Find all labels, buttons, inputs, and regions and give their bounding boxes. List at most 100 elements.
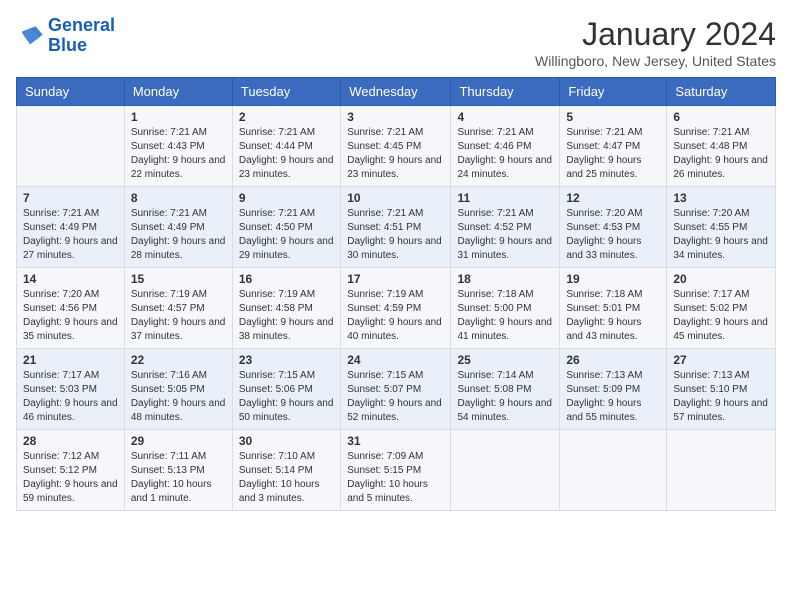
day-number: 19 (566, 272, 660, 286)
title-block: January 2024 Willingboro, New Jersey, Un… (535, 16, 776, 69)
header-day-wednesday: Wednesday (341, 78, 451, 106)
day-info: Sunrise: 7:21 AMSunset: 4:49 PMDaylight:… (23, 208, 118, 261)
logo-name-part1: General (48, 15, 115, 35)
day-cell: 24 Sunrise: 7:15 AMSunset: 5:07 PMDaylig… (341, 349, 451, 430)
day-info: Sunrise: 7:21 AMSunset: 4:50 PMDaylight:… (239, 208, 334, 261)
day-cell: 23 Sunrise: 7:15 AMSunset: 5:06 PMDaylig… (232, 349, 340, 430)
day-cell: 26 Sunrise: 7:13 AMSunset: 5:09 PMDaylig… (560, 349, 667, 430)
day-info: Sunrise: 7:09 AMSunset: 5:15 PMDaylight:… (347, 451, 428, 504)
day-number: 3 (347, 110, 444, 124)
day-info: Sunrise: 7:12 AMSunset: 5:12 PMDaylight:… (23, 451, 118, 504)
day-number: 17 (347, 272, 444, 286)
logo-text: General Blue (48, 16, 115, 56)
day-info: Sunrise: 7:21 AMSunset: 4:51 PMDaylight:… (347, 208, 442, 261)
day-number: 27 (673, 353, 769, 367)
page-header: General Blue January 2024 Willingboro, N… (16, 16, 776, 69)
day-number: 26 (566, 353, 660, 367)
day-info: Sunrise: 7:17 AMSunset: 5:03 PMDaylight:… (23, 370, 118, 423)
day-cell: 11 Sunrise: 7:21 AMSunset: 4:52 PMDaylig… (451, 187, 560, 268)
day-cell: 27 Sunrise: 7:13 AMSunset: 5:10 PMDaylig… (667, 349, 776, 430)
day-cell: 10 Sunrise: 7:21 AMSunset: 4:51 PMDaylig… (341, 187, 451, 268)
day-number: 4 (457, 110, 553, 124)
day-info: Sunrise: 7:18 AMSunset: 5:01 PMDaylight:… (566, 289, 642, 342)
day-info: Sunrise: 7:17 AMSunset: 5:02 PMDaylight:… (673, 289, 768, 342)
day-info: Sunrise: 7:10 AMSunset: 5:14 PMDaylight:… (239, 451, 320, 504)
day-number: 11 (457, 191, 553, 205)
header-day-monday: Monday (124, 78, 232, 106)
day-info: Sunrise: 7:19 AMSunset: 4:57 PMDaylight:… (131, 289, 226, 342)
day-number: 23 (239, 353, 334, 367)
day-number: 15 (131, 272, 226, 286)
day-number: 13 (673, 191, 769, 205)
day-cell: 13 Sunrise: 7:20 AMSunset: 4:55 PMDaylig… (667, 187, 776, 268)
day-number: 5 (566, 110, 660, 124)
day-cell: 3 Sunrise: 7:21 AMSunset: 4:45 PMDayligh… (341, 106, 451, 187)
day-info: Sunrise: 7:20 AMSunset: 4:53 PMDaylight:… (566, 208, 642, 261)
day-number: 30 (239, 434, 334, 448)
day-cell: 7 Sunrise: 7:21 AMSunset: 4:49 PMDayligh… (17, 187, 125, 268)
day-info: Sunrise: 7:19 AMSunset: 4:59 PMDaylight:… (347, 289, 442, 342)
day-info: Sunrise: 7:18 AMSunset: 5:00 PMDaylight:… (457, 289, 552, 342)
day-cell: 15 Sunrise: 7:19 AMSunset: 4:57 PMDaylig… (124, 268, 232, 349)
day-cell: 29 Sunrise: 7:11 AMSunset: 5:13 PMDaylig… (124, 430, 232, 511)
day-info: Sunrise: 7:20 AMSunset: 4:55 PMDaylight:… (673, 208, 768, 261)
day-cell (17, 106, 125, 187)
day-number: 16 (239, 272, 334, 286)
location: Willingboro, New Jersey, United States (535, 53, 776, 69)
day-info: Sunrise: 7:16 AMSunset: 5:05 PMDaylight:… (131, 370, 226, 423)
day-number: 14 (23, 272, 118, 286)
day-number: 20 (673, 272, 769, 286)
day-number: 8 (131, 191, 226, 205)
logo-name-part2: Blue (48, 35, 87, 55)
header-day-thursday: Thursday (451, 78, 560, 106)
day-number: 7 (23, 191, 118, 205)
week-row-2: 7 Sunrise: 7:21 AMSunset: 4:49 PMDayligh… (17, 187, 776, 268)
day-info: Sunrise: 7:11 AMSunset: 5:13 PMDaylight:… (131, 451, 212, 504)
day-info: Sunrise: 7:21 AMSunset: 4:44 PMDaylight:… (239, 127, 334, 180)
day-cell: 1 Sunrise: 7:21 AMSunset: 4:43 PMDayligh… (124, 106, 232, 187)
day-number: 29 (131, 434, 226, 448)
day-info: Sunrise: 7:21 AMSunset: 4:46 PMDaylight:… (457, 127, 552, 180)
day-info: Sunrise: 7:21 AMSunset: 4:47 PMDaylight:… (566, 127, 642, 180)
header-day-friday: Friday (560, 78, 667, 106)
day-info: Sunrise: 7:21 AMSunset: 4:43 PMDaylight:… (131, 127, 226, 180)
day-number: 25 (457, 353, 553, 367)
calendar-header: SundayMondayTuesdayWednesdayThursdayFrid… (17, 78, 776, 106)
day-cell: 17 Sunrise: 7:19 AMSunset: 4:59 PMDaylig… (341, 268, 451, 349)
day-info: Sunrise: 7:21 AMSunset: 4:52 PMDaylight:… (457, 208, 552, 261)
day-number: 12 (566, 191, 660, 205)
week-row-3: 14 Sunrise: 7:20 AMSunset: 4:56 PMDaylig… (17, 268, 776, 349)
day-number: 2 (239, 110, 334, 124)
day-cell: 19 Sunrise: 7:18 AMSunset: 5:01 PMDaylig… (560, 268, 667, 349)
day-cell: 4 Sunrise: 7:21 AMSunset: 4:46 PMDayligh… (451, 106, 560, 187)
day-cell: 2 Sunrise: 7:21 AMSunset: 4:44 PMDayligh… (232, 106, 340, 187)
day-cell: 16 Sunrise: 7:19 AMSunset: 4:58 PMDaylig… (232, 268, 340, 349)
day-cell: 28 Sunrise: 7:12 AMSunset: 5:12 PMDaylig… (17, 430, 125, 511)
day-info: Sunrise: 7:21 AMSunset: 4:48 PMDaylight:… (673, 127, 768, 180)
day-number: 10 (347, 191, 444, 205)
day-cell: 9 Sunrise: 7:21 AMSunset: 4:50 PMDayligh… (232, 187, 340, 268)
day-cell (560, 430, 667, 511)
header-day-tuesday: Tuesday (232, 78, 340, 106)
header-day-sunday: Sunday (17, 78, 125, 106)
week-row-4: 21 Sunrise: 7:17 AMSunset: 5:03 PMDaylig… (17, 349, 776, 430)
day-info: Sunrise: 7:21 AMSunset: 4:45 PMDaylight:… (347, 127, 442, 180)
day-cell: 6 Sunrise: 7:21 AMSunset: 4:48 PMDayligh… (667, 106, 776, 187)
week-row-5: 28 Sunrise: 7:12 AMSunset: 5:12 PMDaylig… (17, 430, 776, 511)
day-number: 31 (347, 434, 444, 448)
day-cell: 20 Sunrise: 7:17 AMSunset: 5:02 PMDaylig… (667, 268, 776, 349)
day-cell: 21 Sunrise: 7:17 AMSunset: 5:03 PMDaylig… (17, 349, 125, 430)
logo: General Blue (16, 16, 115, 56)
day-info: Sunrise: 7:13 AMSunset: 5:09 PMDaylight:… (566, 370, 642, 423)
day-info: Sunrise: 7:20 AMSunset: 4:56 PMDaylight:… (23, 289, 118, 342)
day-number: 28 (23, 434, 118, 448)
day-cell: 31 Sunrise: 7:09 AMSunset: 5:15 PMDaylig… (341, 430, 451, 511)
day-cell: 25 Sunrise: 7:14 AMSunset: 5:08 PMDaylig… (451, 349, 560, 430)
day-number: 1 (131, 110, 226, 124)
day-info: Sunrise: 7:15 AMSunset: 5:06 PMDaylight:… (239, 370, 334, 423)
day-cell: 22 Sunrise: 7:16 AMSunset: 5:05 PMDaylig… (124, 349, 232, 430)
calendar-table: SundayMondayTuesdayWednesdayThursdayFrid… (16, 77, 776, 511)
day-number: 24 (347, 353, 444, 367)
day-info: Sunrise: 7:21 AMSunset: 4:49 PMDaylight:… (131, 208, 226, 261)
logo-icon (16, 22, 44, 50)
